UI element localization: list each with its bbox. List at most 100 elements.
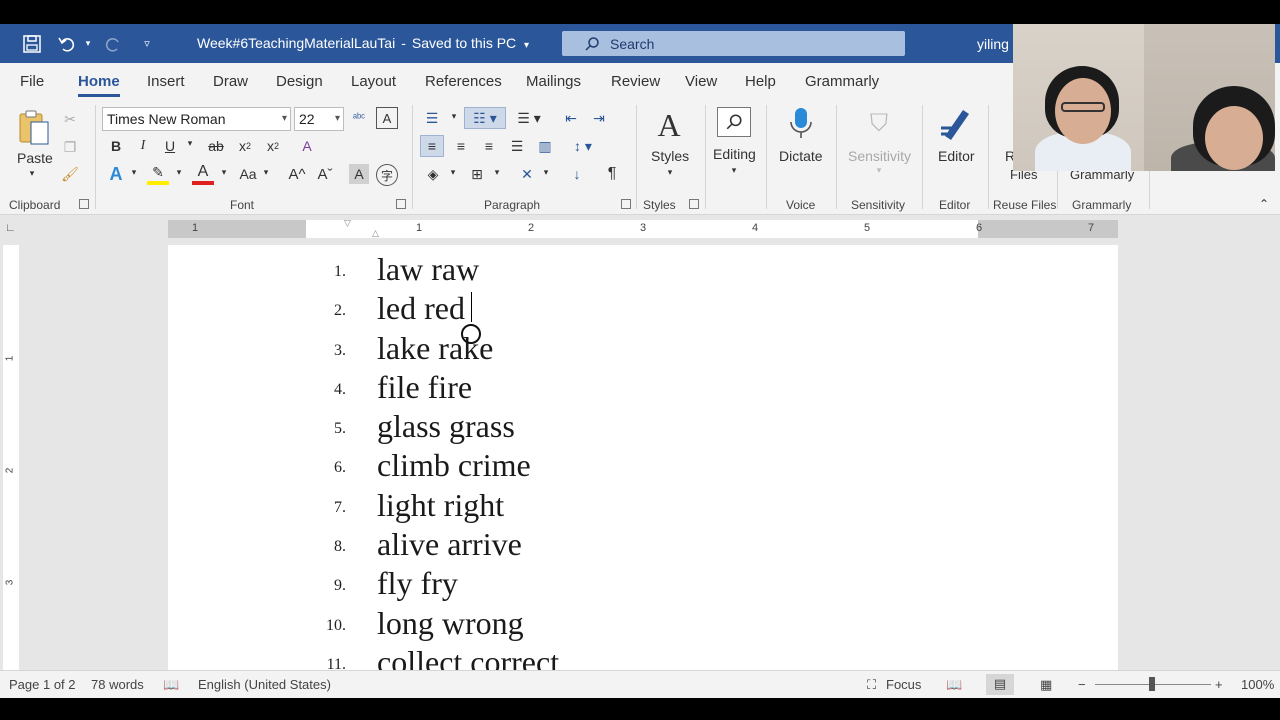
search-box[interactable]: Search [562, 31, 905, 56]
borders-icon[interactable]: ⊞ [466, 163, 488, 185]
asian-layout-icon[interactable]: ✕ [516, 163, 538, 185]
grow-font-icon[interactable]: A^ [286, 163, 308, 185]
text-effects-icon[interactable]: A [105, 163, 127, 185]
tab-review[interactable]: Review [611, 73, 660, 90]
show-paragraph-marks-icon[interactable]: ¶ [601, 163, 623, 185]
zoom-out-icon[interactable]: − [1078, 677, 1086, 692]
increase-indent-icon[interactable]: ⇥ [588, 107, 610, 129]
web-layout-icon[interactable]: ▦ [1040, 677, 1052, 693]
underline-button[interactable]: U [161, 136, 179, 156]
subscript-button[interactable]: x2 [236, 136, 254, 156]
list-text[interactable]: fly fry [377, 565, 458, 602]
focus-icon[interactable]: ⛶ [867, 677, 876, 693]
list-text[interactable]: long wrong [377, 605, 524, 642]
strikethrough-button[interactable]: ab [205, 136, 227, 156]
align-right-icon[interactable]: ≡ [477, 135, 501, 157]
tab-design[interactable]: Design [276, 73, 323, 90]
hanging-indent-marker[interactable]: △ [372, 228, 379, 239]
tab-layout[interactable]: Layout [351, 73, 396, 90]
print-layout-icon[interactable]: ▤ [986, 674, 1014, 695]
tab-home[interactable]: Home [78, 73, 120, 97]
styles-icon[interactable]: A [650, 107, 688, 143]
font-launcher-icon[interactable] [396, 199, 406, 209]
sensitivity-icon[interactable]: ⛉ [864, 107, 894, 141]
sort-icon[interactable]: ↓ [566, 163, 588, 185]
justify-icon[interactable]: ☰ [505, 135, 529, 157]
tab-grammarly[interactable]: Grammarly [805, 73, 879, 90]
chevron-down-icon[interactable]: ▾ [491, 167, 503, 178]
highlight-icon[interactable]: ✎ [147, 163, 169, 185]
tab-references[interactable]: References [425, 73, 502, 90]
tab-file[interactable]: File [20, 73, 44, 90]
tab-selector-icon[interactable]: ∟ [5, 222, 19, 236]
user-name[interactable]: yiling [977, 36, 1009, 52]
format-painter-icon[interactable]: 🖌 [60, 164, 80, 184]
multilevel-list-icon[interactable]: ☰ ▾ [512, 107, 546, 129]
grow-font-icon[interactable]: ᵃᵇᶜ [348, 107, 370, 129]
paragraph-launcher-icon[interactable] [621, 199, 631, 209]
redo-icon[interactable] [102, 24, 124, 63]
copy-icon[interactable]: ❐ [60, 137, 80, 157]
bold-button[interactable]: B [107, 136, 125, 156]
italic-button[interactable]: I [134, 136, 152, 156]
shrink-font-icon[interactable]: Aˇ [314, 163, 336, 185]
zoom-level[interactable]: 100% [1241, 677, 1274, 692]
styles-launcher-icon[interactable] [689, 199, 699, 209]
save-icon[interactable] [20, 24, 44, 63]
editor-label[interactable]: Editor [938, 148, 975, 164]
clipboard-launcher-icon[interactable] [79, 199, 89, 209]
font-family-select[interactable]: Times New Roman ▾ [102, 107, 291, 131]
tab-draw[interactable]: Draw [213, 73, 248, 90]
tab-view[interactable]: View [685, 73, 717, 90]
line-spacing-icon[interactable]: ↕ ▾ [566, 135, 600, 157]
underline-dropdown-icon[interactable]: ▾ [184, 138, 196, 149]
read-mode-icon[interactable]: 📖 [946, 677, 962, 693]
zoom-slider-thumb[interactable] [1149, 677, 1155, 691]
chevron-down-icon[interactable]: ▾ [447, 167, 459, 178]
paste-icon[interactable] [14, 107, 54, 147]
list-text[interactable]: collect correct [377, 644, 559, 670]
enclose-characters-icon[interactable]: 字 [376, 164, 398, 186]
numbering-button[interactable]: ☷ ▾ [464, 107, 506, 129]
font-size-select[interactable]: 22 ▾ [294, 107, 344, 131]
clear-formatting-icon[interactable]: A [376, 107, 398, 129]
tab-insert[interactable]: Insert [147, 73, 185, 90]
language[interactable]: English (United States) [198, 677, 331, 692]
chevron-down-icon[interactable]: ▾ [540, 167, 552, 178]
vertical-ruler[interactable]: 1 2 3 [3, 245, 19, 670]
chevron-down-icon[interactable]: ▾ [128, 167, 140, 178]
change-case-button[interactable]: Aa [236, 164, 260, 184]
editor-icon[interactable] [938, 105, 974, 143]
list-text[interactable]: alive arrive [377, 526, 522, 563]
chevron-down-icon[interactable]: ▾ [728, 165, 740, 176]
list-text[interactable]: file fire [377, 369, 472, 406]
cut-icon[interactable]: ✂ [60, 109, 80, 129]
chevron-down-icon[interactable]: ▾ [218, 167, 230, 178]
undo-icon[interactable] [56, 24, 78, 63]
customize-toolbar-icon[interactable]: ▿ [139, 24, 155, 63]
styles-label[interactable]: Styles [651, 148, 689, 164]
zoom-in-icon[interactable]: + [1215, 677, 1223, 692]
horizontal-ruler[interactable]: 1 1 2 3 4 5 6 7 ▽ △ [168, 218, 1118, 239]
word-count[interactable]: 78 words [91, 677, 144, 692]
microphone-icon[interactable] [786, 105, 816, 143]
dictate-label[interactable]: Dictate [779, 148, 823, 164]
list-text[interactable]: led red [377, 290, 465, 327]
list-text[interactable]: light right [377, 487, 504, 524]
list-text[interactable]: law raw [377, 251, 479, 288]
list-text[interactable]: climb crime [377, 447, 531, 484]
collapse-ribbon-icon[interactable]: ⌃ [1256, 197, 1272, 211]
document-title[interactable]: Week#6TeachingMaterialLauTai - Saved to th… [197, 35, 529, 51]
chevron-down-icon[interactable]: ▾ [448, 111, 460, 122]
character-shading-icon[interactable]: A [349, 164, 369, 184]
bullets-icon[interactable]: ☰ [420, 107, 444, 129]
align-center-icon[interactable]: ≡ [449, 135, 473, 157]
text-effects-icon[interactable]: A [296, 135, 318, 157]
superscript-button[interactable]: x2 [264, 136, 282, 156]
chevron-down-icon[interactable]: ▾ [173, 167, 185, 178]
shading-icon[interactable]: ◈ [422, 163, 444, 185]
focus-button[interactable]: Focus [886, 677, 921, 692]
chevron-down-icon[interactable]: ▾ [664, 167, 676, 178]
font-color-icon[interactable]: A [192, 163, 214, 185]
paste-dropdown-icon[interactable]: ▾ [26, 168, 38, 179]
